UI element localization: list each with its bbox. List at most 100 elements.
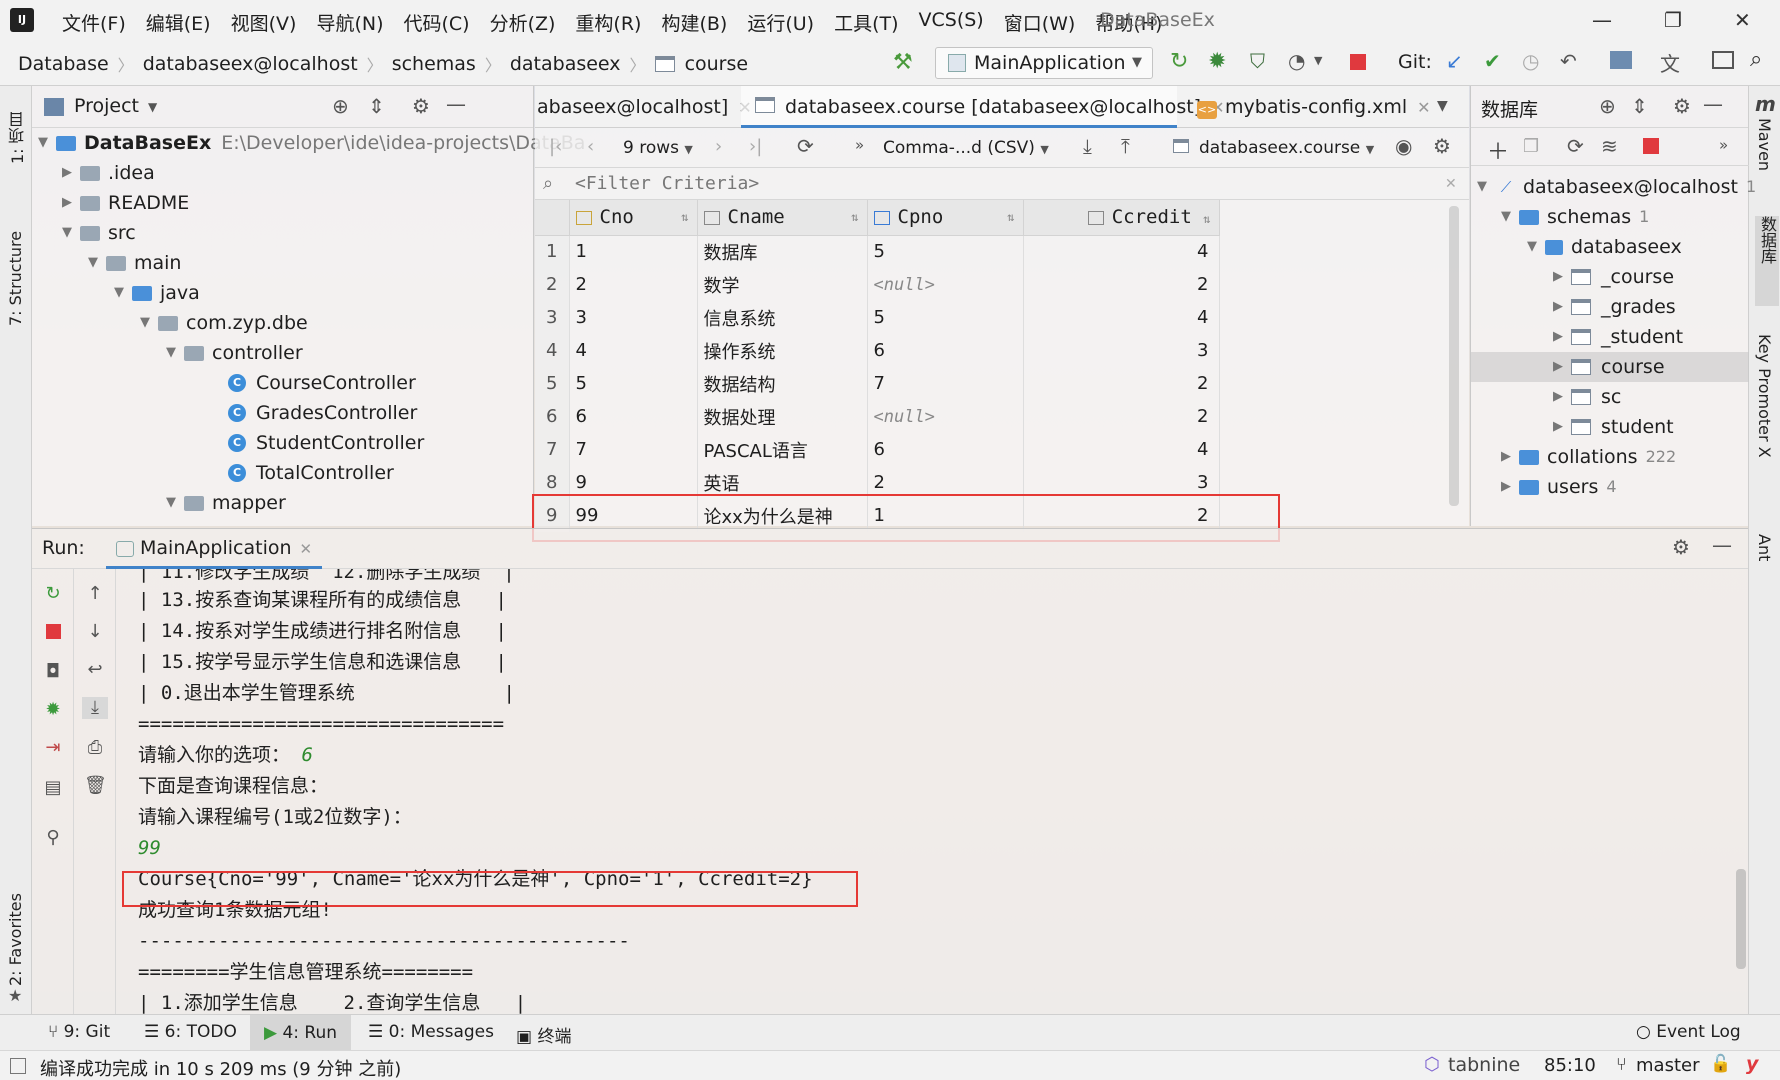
cell-ccredit[interactable]: 2 xyxy=(1023,268,1220,301)
crumb-database[interactable]: Database xyxy=(18,53,109,75)
run-configuration-select[interactable]: MainApplication ▼ xyxy=(935,47,1153,79)
menu-view[interactable]: 视图(V) xyxy=(221,9,307,36)
tree-item-class[interactable]: C GradesController xyxy=(228,398,417,428)
menu-window[interactable]: 窗口(W) xyxy=(994,9,1086,36)
table-row[interactable]: 2 2 数学 <null> 2 xyxy=(535,268,1220,301)
cell-cname[interactable]: 数学 xyxy=(697,268,868,301)
close-button[interactable]: ✕ xyxy=(1734,8,1751,32)
close-icon[interactable]: ✕ xyxy=(1417,98,1430,117)
git-branch[interactable]: master xyxy=(1636,1055,1699,1076)
menu-run[interactable]: 运行(U) xyxy=(737,9,824,36)
sort-icon[interactable]: ⇅ xyxy=(1203,212,1210,226)
close-icon[interactable]: ✕ xyxy=(300,540,313,558)
tool-tab-run[interactable]: ▶ 4: Run xyxy=(250,1015,352,1051)
target-table-select[interactable]: databaseex.course ▼ xyxy=(1173,138,1374,158)
grid-scrollbar[interactable] xyxy=(1449,206,1459,506)
layout-icon[interactable] xyxy=(1712,51,1734,69)
refresh-icon[interactable]: ⟳ xyxy=(1567,134,1584,158)
cell-cname[interactable]: 数据库 xyxy=(697,235,868,268)
column-header-cpno[interactable]: Cpno ⇅ xyxy=(867,200,1024,236)
menu-build[interactable]: 构建(B) xyxy=(651,9,737,36)
copy-icon[interactable]: ❐ xyxy=(1523,136,1539,157)
cell-cpno[interactable]: 5 xyxy=(867,235,1024,268)
tree-item-class[interactable]: C CourseController xyxy=(228,368,416,398)
last-page-icon[interactable]: ›| xyxy=(749,136,762,157)
table-row[interactable]: 5 5 数据结构 7 2 xyxy=(535,367,1220,400)
arrow-up-icon[interactable]: ↑ xyxy=(84,583,106,605)
print-icon[interactable]: ⎙ xyxy=(84,737,106,759)
rows-count-select[interactable]: 9 rows ▼ xyxy=(623,138,693,158)
menu-navigate[interactable]: 导航(N) xyxy=(306,9,393,36)
search-icon[interactable]: ⌕ xyxy=(1750,47,1762,72)
stop-icon[interactable] xyxy=(1350,54,1366,70)
db-schema[interactable]: ▼ databaseex xyxy=(1527,232,1682,262)
cell-ccredit[interactable]: 2 xyxy=(1023,367,1220,400)
db-table[interactable]: ▶ student xyxy=(1553,412,1674,442)
close-icon[interactable]: ✕ xyxy=(1445,168,1457,200)
structure-tool-tab[interactable]: 7: Structure xyxy=(6,206,25,326)
stop-icon[interactable] xyxy=(1643,138,1659,154)
db-table[interactable]: ▶ _course xyxy=(1553,262,1674,292)
database-tool-tab[interactable]: 数据库 xyxy=(1755,216,1779,306)
favorites-tool-tab[interactable]: 2: Favorites xyxy=(6,886,25,986)
tree-item-package[interactable]: ▼ com.zyp.dbe xyxy=(140,308,308,338)
cell-cname[interactable]: PASCAL语言 xyxy=(697,433,868,466)
db-table[interactable]: ▶ _student xyxy=(1553,322,1683,352)
crumb-host[interactable]: databaseex@localhost xyxy=(143,53,358,75)
cell-cpno[interactable]: 6 xyxy=(867,433,1024,466)
project-structure-icon[interactable] xyxy=(1610,51,1632,69)
tree-item-src[interactable]: ▼ src xyxy=(62,218,136,248)
collapse-all-icon[interactable]: ⇕ xyxy=(368,94,385,118)
menu-vcs[interactable]: VCS(S) xyxy=(909,9,994,36)
cell-cname[interactable]: 信息系统 xyxy=(697,301,868,334)
cell-cno[interactable]: 7 xyxy=(569,433,698,466)
tree-item-java[interactable]: ▼ java xyxy=(114,278,200,308)
hide-icon[interactable]: — xyxy=(446,92,466,116)
crumb-schemas[interactable]: schemas xyxy=(392,53,476,75)
menu-edit[interactable]: 编辑(E) xyxy=(136,9,221,36)
coverage-icon[interactable]: ⛉ xyxy=(1250,49,1265,73)
crumb-table[interactable]: course xyxy=(685,53,749,75)
download-icon[interactable]: ⤓ xyxy=(1083,134,1092,158)
tree-root[interactable]: ▼ DataBaseEx E:\Developer\ide\idea-proje… xyxy=(38,128,585,158)
menu-code[interactable]: 代码(C) xyxy=(393,9,479,36)
pin-icon[interactable]: ⚲ xyxy=(42,827,64,849)
db-table-selected[interactable]: ▶ course xyxy=(1553,352,1665,382)
cell-ccredit[interactable]: 4 xyxy=(1023,433,1220,466)
restore-button[interactable]: ❐ xyxy=(1664,8,1682,32)
hide-icon[interactable]: — xyxy=(1703,92,1723,116)
first-page-icon[interactable]: |‹ xyxy=(549,136,562,157)
tree-item-controller[interactable]: ▼ controller xyxy=(166,338,303,368)
table-row[interactable]: 4 4 操作系统 6 3 xyxy=(535,334,1220,367)
tab-console[interactable]: abaseex@localhost]✕ xyxy=(537,86,752,128)
upload-icon[interactable]: ⤒ xyxy=(1121,134,1130,158)
stop-icon[interactable] xyxy=(45,624,61,639)
hide-icon[interactable]: — xyxy=(1712,533,1732,557)
gear-icon[interactable]: ⚙ xyxy=(1673,94,1691,118)
tree-item-class[interactable]: C TotalController xyxy=(228,458,394,488)
console-scrollbar[interactable] xyxy=(1736,869,1746,969)
cell-cname[interactable]: 数据结构 xyxy=(697,367,868,400)
cell-ccredit[interactable]: 4 xyxy=(1023,235,1220,268)
cell-ccredit[interactable]: 4 xyxy=(1023,301,1220,334)
sort-icon[interactable]: ⇅ xyxy=(1007,210,1014,224)
menu-refactor[interactable]: 重构(R) xyxy=(565,9,651,36)
sort-icon[interactable]: ⇅ xyxy=(681,210,688,224)
tree-item-main[interactable]: ▼ main xyxy=(88,248,181,278)
toggle-panels-icon[interactable] xyxy=(10,1058,26,1074)
cursor-position[interactable]: 85:10 xyxy=(1544,1055,1596,1076)
gear-icon[interactable]: ⚙ xyxy=(1433,134,1451,158)
tree-item-readme[interactable]: ▶ README xyxy=(62,188,189,218)
menu-analyze[interactable]: 分析(Z) xyxy=(480,9,566,36)
chevron-down-icon[interactable]: ▼ xyxy=(1314,54,1322,67)
cell-cpno[interactable]: <null> xyxy=(867,400,1024,433)
db-host[interactable]: ▼ ⟋ databaseex@localhost 1 xyxy=(1477,172,1756,202)
table-row[interactable]: 3 3 信息系统 5 4 xyxy=(535,301,1220,334)
locate-icon[interactable]: ⊕ xyxy=(332,94,349,118)
more-icon[interactable]: » xyxy=(1719,136,1728,154)
lock-icon[interactable]: 🔓 xyxy=(1710,1054,1731,1074)
history-icon[interactable]: ◷ xyxy=(1522,49,1539,73)
tab-mybatis-config[interactable]: <> mybatis-config.xml ✕ xyxy=(1185,86,1431,128)
cell-cno[interactable]: 5 xyxy=(569,367,698,400)
cell-ccredit[interactable]: 3 xyxy=(1023,334,1220,367)
